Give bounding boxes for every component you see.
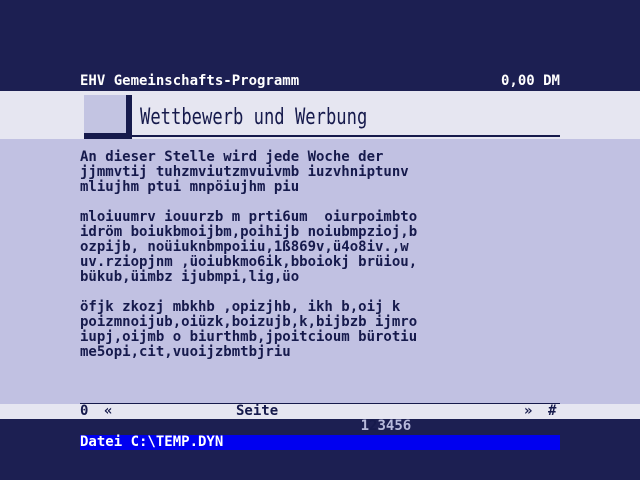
status-file-path: Datei C:\TEMP.DYN xyxy=(80,434,224,450)
paragraph-2: mloiuumrv iouurzb m prti6um oiurpoimbto … xyxy=(80,209,418,285)
first-page-button[interactable]: 0 xyxy=(80,404,88,419)
next-page-button[interactable]: » xyxy=(524,404,532,419)
page-number-1[interactable]: 1 xyxy=(361,418,369,434)
program-title: EHV Gemeinschafts-Programm xyxy=(80,73,300,89)
paragraph-1: An dieser Stelle wird jede Woche der jjm… xyxy=(80,149,409,195)
page-number-5[interactable]: 5 xyxy=(394,418,402,434)
header-row: EHV Gemeinschafts-Programm 0,00 DM xyxy=(80,73,560,90)
page-number-6[interactable]: 6 xyxy=(403,418,411,434)
page-label: Seite xyxy=(236,403,279,419)
last-page-button[interactable]: # xyxy=(548,404,556,419)
price-label: 0,00 DM xyxy=(500,73,560,89)
logo-block-face xyxy=(84,95,126,133)
previous-page-button[interactable]: « xyxy=(104,404,112,419)
heading-underline xyxy=(132,135,560,137)
page-number-3[interactable]: 3 xyxy=(377,418,385,434)
paragraph-3: öfjk zkozj mbkhb ,opizjhb, ikh b,oij k p… xyxy=(80,299,418,360)
page-heading: Wettbewerb und Werbung xyxy=(140,105,368,130)
page-navigation: 0 « Seite 123456 » # xyxy=(80,403,560,434)
teletext-screen: EHV Gemeinschafts-Programm 0,00 DM Wettb… xyxy=(0,0,640,480)
